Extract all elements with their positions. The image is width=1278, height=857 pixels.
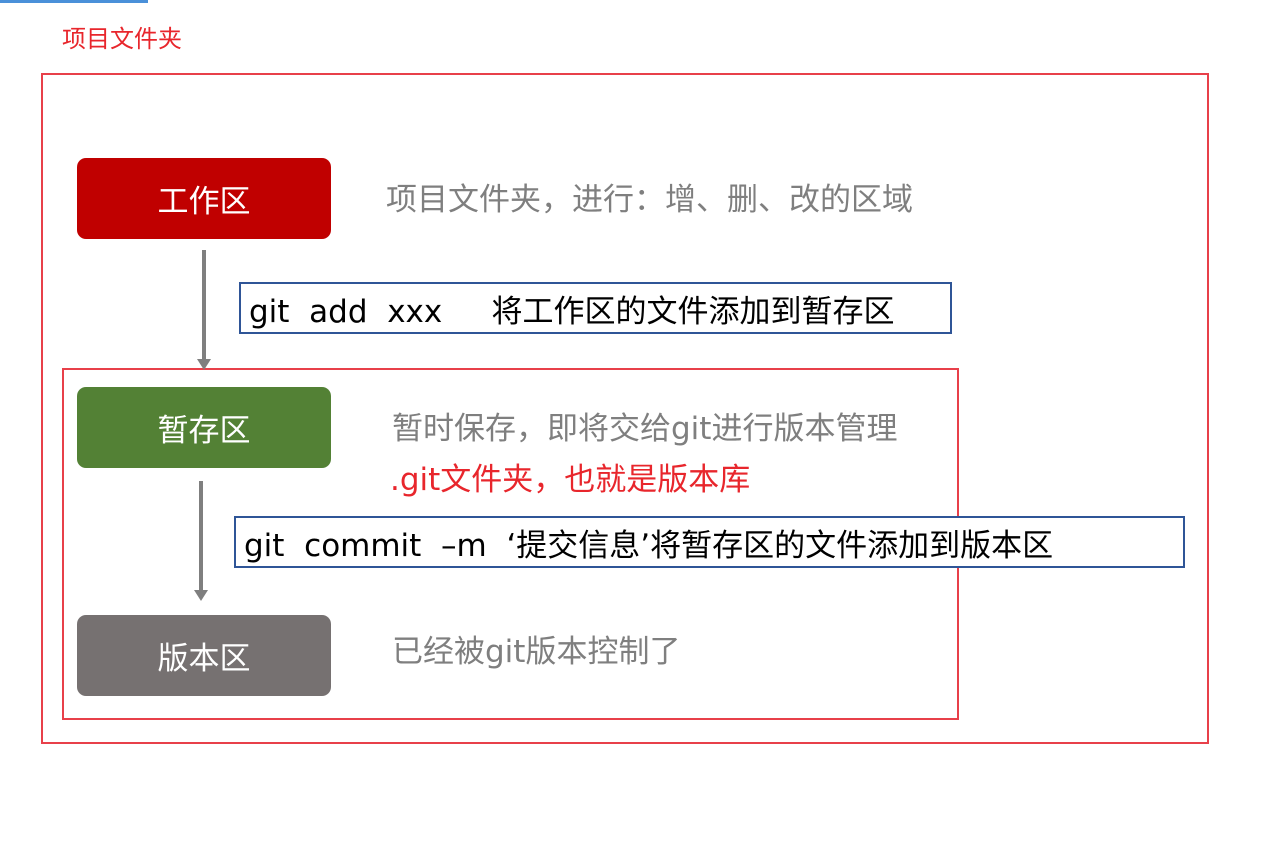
project-folder-label: 项目文件夹	[62, 25, 182, 53]
git-folder-description: .git文件夹，也就是版本库	[390, 462, 751, 498]
repository-area-description: 已经被git版本控制了	[392, 634, 681, 670]
git-add-command: git add xxx 将工作区的文件添加到暂存区	[239, 282, 952, 334]
working-area-box: 工作区	[77, 158, 331, 239]
top-accent-line	[0, 0, 148, 3]
staging-area-description: 暂时保存，即将交给git进行版本管理	[392, 411, 898, 447]
staging-area-box: 暂存区	[77, 387, 331, 468]
down-arrow-add	[197, 250, 211, 370]
git-commit-command: git commit –m ‘提交信息’将暂存区的文件添加到版本区	[234, 516, 1185, 568]
down-arrow-commit	[194, 481, 208, 601]
repository-area-box: 版本区	[77, 615, 331, 696]
working-area-description: 项目文件夹，进行：增、删、改的区域	[386, 182, 913, 218]
